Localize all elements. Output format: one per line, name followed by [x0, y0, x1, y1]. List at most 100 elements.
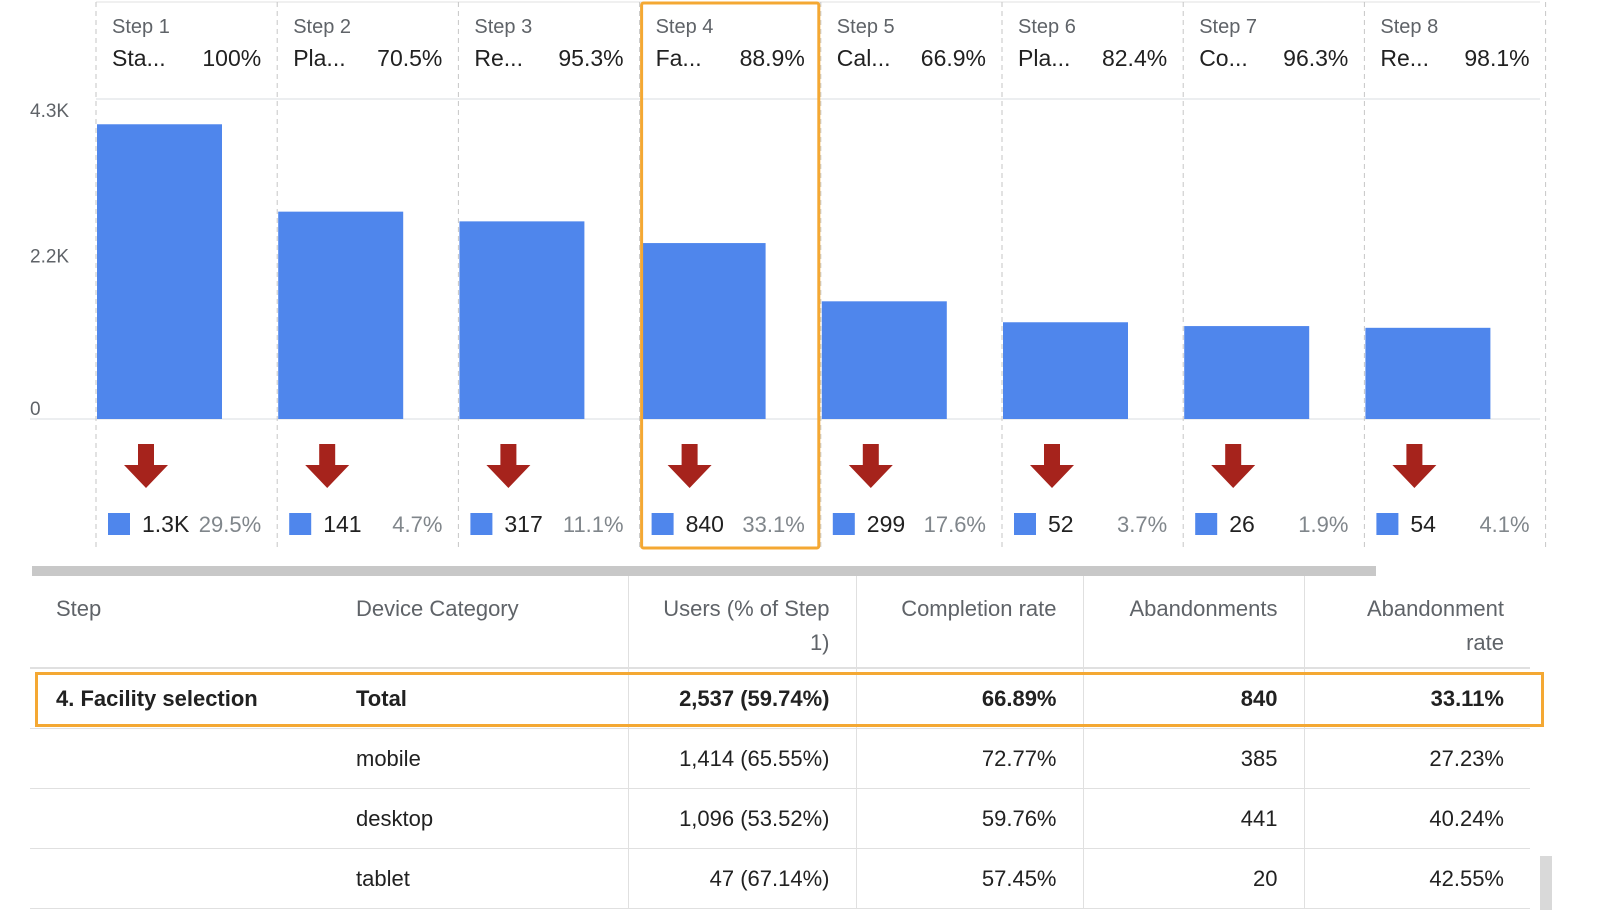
cell-step — [30, 728, 330, 789]
drop-off-value: 840 — [686, 511, 724, 537]
drop-marker-icon — [470, 513, 493, 535]
step-name-label: Pla... — [293, 45, 345, 71]
cell-device-category: mobile — [330, 728, 628, 789]
drop-off-value: 54 — [1410, 511, 1436, 537]
step-name-label: Re... — [474, 45, 523, 71]
drop-arrow-icon — [1030, 444, 1074, 488]
funnel-bar[interactable] — [1184, 326, 1310, 419]
vertical-scrollbar[interactable] — [1540, 856, 1552, 910]
cell-abandonments: 441 — [1082, 788, 1304, 849]
table-row-total[interactable]: 4. Facility selection Total 2,537 (59.74… — [30, 668, 1530, 729]
step-number-label: Step 5 — [837, 16, 895, 38]
y-tick-label: 4.3K — [30, 101, 69, 122]
step-name-label: Cal... — [837, 45, 891, 71]
drop-marker-icon — [108, 513, 130, 535]
drop-marker-icon — [1376, 513, 1399, 535]
table-row[interactable]: tablet 47 (67.14%) 57.45% 20 42.55% — [30, 848, 1530, 909]
cell-completion-rate: 66.89% — [855, 668, 1083, 729]
cell-abandonment-rate: 33.11% — [1303, 668, 1530, 729]
drop-arrow-icon — [305, 444, 350, 488]
cell-device-category: Total — [330, 668, 628, 729]
y-tick-label: 0 — [30, 399, 41, 420]
cell-abandonments: 385 — [1082, 728, 1304, 789]
drop-marker-icon — [289, 513, 312, 535]
drop-marker-icon — [1014, 513, 1036, 535]
step-rate-label: 70.5% — [377, 45, 442, 71]
step-rate-label: 66.9% — [921, 45, 986, 71]
step-name-label: Re... — [1380, 45, 1429, 71]
step-number-label: Step 7 — [1199, 16, 1257, 38]
drop-off-value: 52 — [1048, 511, 1074, 537]
cell-completion-rate: 59.76% — [855, 788, 1083, 849]
drop-arrow-icon — [486, 444, 531, 488]
drop-arrow-icon — [124, 444, 168, 488]
cell-device-category: desktop — [330, 788, 628, 849]
drop-off-percent: 29.5% — [199, 512, 261, 537]
cell-users: 1,096 (53.52%) — [627, 788, 856, 849]
drop-off-percent: 1.9% — [1298, 512, 1348, 537]
cell-device-category: tablet — [330, 848, 628, 909]
drop-off-value: 1.3K — [142, 511, 190, 537]
step-rate-label: 95.3% — [558, 45, 623, 71]
header-step[interactable]: Step — [30, 576, 330, 669]
step-rate-label: 82.4% — [1102, 45, 1167, 71]
drop-off-value: 317 — [504, 511, 542, 537]
funnel-bar[interactable] — [1003, 322, 1128, 419]
step-number-label: Step 2 — [293, 16, 351, 38]
cell-users: 2,537 (59.74%) — [627, 668, 856, 729]
cell-abandonments: 20 — [1082, 848, 1304, 909]
funnel-bar[interactable] — [97, 124, 222, 420]
step-rate-label: 98.1% — [1464, 45, 1529, 71]
drop-off-value: 141 — [323, 511, 361, 537]
drop-off-percent: 11.1% — [563, 512, 624, 537]
drop-arrow-icon — [848, 444, 893, 488]
drop-arrow-icon — [667, 444, 712, 488]
cell-step — [30, 788, 330, 849]
cell-step — [30, 848, 330, 909]
cell-completion-rate: 72.77% — [855, 728, 1083, 789]
header-abandonments[interactable]: Abandonments — [1082, 576, 1304, 669]
cell-abandonment-rate: 27.23% — [1303, 728, 1530, 789]
step-number-label: Step 3 — [474, 16, 532, 38]
funnel-bar[interactable] — [459, 221, 585, 419]
funnel-bar[interactable] — [278, 211, 404, 419]
step-number-label: Step 8 — [1380, 16, 1438, 38]
drop-off-percent: 33.1% — [742, 512, 804, 537]
header-completion-rate[interactable]: Completion rate — [855, 576, 1083, 669]
funnel-bar[interactable] — [1365, 327, 1491, 419]
cell-users: 47 (67.14%) — [627, 848, 856, 909]
header-abandonment-rate[interactable]: Abandonment rate — [1303, 576, 1530, 669]
drop-off-value: 26 — [1229, 511, 1255, 537]
step-number-label: Step 6 — [1018, 16, 1076, 38]
step-name-label: Sta... — [112, 45, 166, 71]
drop-arrow-icon — [1211, 444, 1256, 488]
cell-abandonment-rate: 40.24% — [1303, 788, 1530, 849]
drop-off-percent: 4.7% — [392, 512, 442, 537]
drop-arrow-icon — [1392, 444, 1437, 488]
step-number-label: Step 4 — [656, 16, 714, 38]
step-rate-label: 100% — [202, 45, 261, 71]
step-name-label: Fa... — [656, 45, 702, 71]
funnel-bar[interactable] — [640, 243, 766, 419]
step-rate-label: 96.3% — [1283, 45, 1348, 71]
drop-off-percent: 17.6% — [924, 512, 986, 537]
funnel-bar[interactable] — [821, 301, 947, 419]
horizontal-scrollbar[interactable] — [32, 566, 1376, 576]
table-row[interactable]: desktop 1,096 (53.52%) 59.76% 441 40.24% — [30, 788, 1530, 849]
cell-abandonment-rate: 42.55% — [1303, 848, 1530, 909]
step-name-label: Co... — [1199, 45, 1248, 71]
header-device-category[interactable]: Device Category — [330, 576, 628, 669]
funnel-table: Step Device Category Users (% of Step 1)… — [30, 576, 1530, 909]
drop-off-percent: 3.7% — [1117, 512, 1167, 537]
step-number-label: Step 1 — [112, 16, 170, 38]
drop-off-percent: 4.1% — [1479, 512, 1529, 537]
step-name-label: Pla... — [1018, 45, 1070, 71]
header-users[interactable]: Users (% of Step 1) — [627, 576, 856, 669]
table-header-row: Step Device Category Users (% of Step 1)… — [30, 576, 1530, 669]
y-tick-label: 2.2K — [30, 246, 69, 267]
cell-step: 4. Facility selection — [30, 668, 330, 729]
cell-abandonments: 840 — [1082, 668, 1304, 729]
drop-off-value: 299 — [867, 511, 905, 537]
drop-marker-icon — [1195, 513, 1218, 535]
table-row[interactable]: mobile 1,414 (65.55%) 72.77% 385 27.23% — [30, 728, 1530, 789]
